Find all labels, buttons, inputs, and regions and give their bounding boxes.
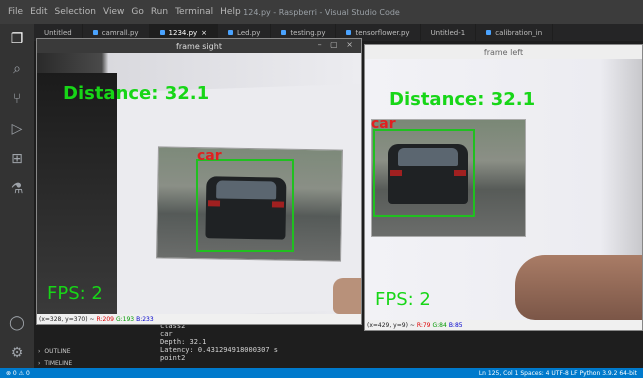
fps-readout: FPS: 2 bbox=[47, 283, 103, 304]
problems-status[interactable]: ⊗ 0 ⚠ 0 bbox=[6, 370, 30, 377]
python-file-icon bbox=[486, 30, 492, 35]
terminal-line: Depth: 32.1 bbox=[160, 338, 207, 346]
pixel-red: R:79 bbox=[416, 321, 431, 329]
menu-terminal[interactable]: Terminal bbox=[175, 7, 213, 17]
detection-bounding-box bbox=[373, 129, 475, 217]
terminal-line: car bbox=[160, 330, 173, 338]
menu-edit[interactable]: Edit bbox=[30, 7, 47, 17]
activity-bar: ❐ ⌕ ⑂ ▷ ⊞ ⚗ ◯ ⚙ bbox=[0, 24, 34, 372]
tab-untitled-1[interactable]: Untitled-1 bbox=[421, 24, 477, 41]
pixel-info-bar: (x=429, y=9) ~ R:79 G:84 B:85 bbox=[365, 320, 642, 330]
chevron-right-icon: › bbox=[38, 347, 41, 355]
pixel-blue: B:233 bbox=[136, 315, 154, 323]
tab-label: camrall.py bbox=[101, 28, 139, 37]
chevron-right-icon: › bbox=[38, 359, 41, 367]
menu-go[interactable]: Go bbox=[131, 7, 143, 17]
tab-label: testing.py bbox=[290, 28, 326, 37]
menu-selection[interactable]: Selection bbox=[55, 7, 96, 17]
pixel-coords: (x=328, y=370) ~ bbox=[39, 315, 95, 323]
pixel-blue: B:85 bbox=[448, 321, 463, 329]
frame-sight-window[interactable]: frame sight – ▢ × car Distance: 32.1 FPS… bbox=[36, 38, 362, 325]
explorer-icon[interactable]: ❐ bbox=[0, 24, 34, 54]
tab-label: Untitled bbox=[44, 28, 72, 37]
pixel-green: G:84 bbox=[432, 321, 447, 329]
detection-bounding-box bbox=[196, 159, 294, 252]
hand bbox=[515, 255, 642, 320]
pixel-info-bar: (x=328, y=370) ~ R:209 G:193 B:233 bbox=[37, 314, 361, 324]
run-debug-icon[interactable]: ▷ bbox=[0, 114, 34, 144]
status-bar: ⊗ 0 ⚠ 0 Ln 125, Col 1 Spaces: 4 UTF-8 LF… bbox=[0, 368, 643, 378]
python-file-icon bbox=[346, 30, 352, 35]
python-file-icon bbox=[281, 30, 287, 35]
python-file-icon bbox=[159, 30, 165, 35]
tab-label: Untitled-1 bbox=[430, 28, 466, 37]
settings-gear-icon[interactable]: ⚙ bbox=[0, 338, 34, 368]
pixel-coords: (x=429, y=9) ~ bbox=[367, 321, 415, 329]
search-icon[interactable]: ⌕ bbox=[0, 54, 34, 84]
source-control-icon[interactable]: ⑂ bbox=[0, 84, 34, 114]
menu-bar: File Edit Selection View Go Run Terminal… bbox=[0, 7, 241, 17]
distance-readout: Distance: 32.1 bbox=[389, 89, 536, 110]
tab-calibration[interactable]: calibration_in bbox=[476, 24, 554, 41]
window-controls[interactable]: – ▢ × bbox=[318, 40, 356, 49]
background-shelf bbox=[37, 73, 117, 314]
tab-label: Led.py bbox=[237, 28, 261, 37]
sidebar-sections: › OUTLINE › TIMELINE bbox=[34, 345, 154, 369]
pixel-green: G:193 bbox=[115, 315, 135, 323]
terminal-line: point2 bbox=[160, 354, 186, 362]
fps-readout: FPS: 2 bbox=[375, 289, 431, 310]
frame-left-titlebar[interactable]: frame left bbox=[365, 45, 642, 59]
detection-label: car bbox=[371, 116, 396, 132]
tab-label: calibration_in bbox=[495, 28, 543, 37]
tab-label: tensorflower.py bbox=[355, 28, 410, 37]
frame-sight-image: car Distance: 32.1 FPS: 2 bbox=[37, 53, 361, 314]
frame-left-window[interactable]: frame left car Distance: 32.1 FPS: 2 (x=… bbox=[364, 44, 643, 331]
close-icon[interactable]: × bbox=[201, 29, 207, 37]
timeline-label: TIMELINE bbox=[44, 359, 73, 367]
outline-label: OUTLINE bbox=[44, 347, 71, 355]
frame-sight-titlebar[interactable]: frame sight – ▢ × bbox=[37, 39, 361, 53]
detection-label: car bbox=[197, 148, 222, 164]
frame-left-image: car Distance: 32.1 FPS: 2 bbox=[365, 59, 642, 320]
account-icon[interactable]: ◯ bbox=[0, 308, 34, 338]
python-file-icon bbox=[92, 30, 98, 35]
tab-label: 1234.py bbox=[168, 28, 198, 37]
extensions-icon[interactable]: ⊞ bbox=[0, 144, 34, 174]
window-title-text: frame left bbox=[483, 47, 524, 57]
menu-run[interactable]: Run bbox=[151, 7, 168, 17]
menu-view[interactable]: View bbox=[103, 7, 124, 17]
screen: File Edit Selection View Go Run Terminal… bbox=[0, 0, 643, 378]
pixel-red: R:209 bbox=[96, 315, 114, 323]
menu-file[interactable]: File bbox=[8, 7, 23, 17]
terminal-line: Latency: 0.431294918000307 s bbox=[160, 346, 279, 354]
terminal-output: class2 car Depth: 32.1 Latency: 0.431294… bbox=[160, 322, 350, 362]
testing-icon[interactable]: ⚗ bbox=[0, 174, 34, 204]
outline-section[interactable]: › OUTLINE bbox=[34, 345, 154, 357]
distance-readout: Distance: 32.1 bbox=[63, 83, 210, 104]
title-bar: File Edit Selection View Go Run Terminal… bbox=[0, 0, 643, 24]
window-title-text: frame sight bbox=[176, 41, 222, 51]
python-file-icon bbox=[228, 30, 234, 35]
hand bbox=[333, 278, 361, 314]
editor-status[interactable]: Ln 125, Col 1 Spaces: 4 UTF-8 LF Python … bbox=[479, 370, 637, 377]
menu-help[interactable]: Help bbox=[220, 7, 241, 17]
